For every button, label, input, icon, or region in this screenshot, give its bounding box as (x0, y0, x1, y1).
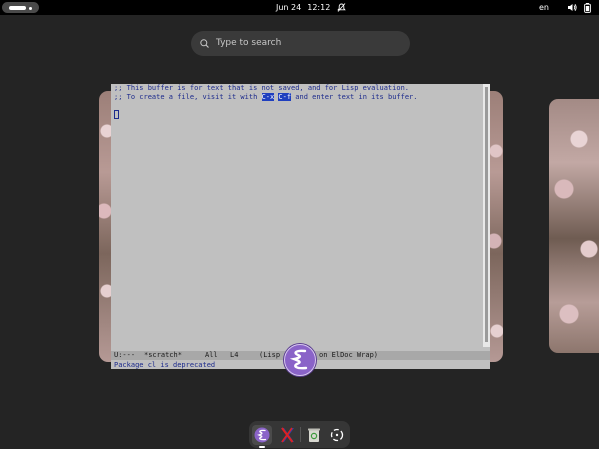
modeline-mode-right: on ElDoc Wrap) (319, 351, 379, 359)
workspace-indicator-active (9, 6, 26, 10)
keyboard-layout-indicator[interactable]: en (539, 2, 549, 13)
top-bar: Jun 24 12:12 en (0, 0, 599, 15)
buffer-line-2-text: ;; To create a file, visit it with (114, 93, 262, 101)
notifications-muted-icon (337, 3, 346, 12)
adjacent-workspace-thumbnail[interactable] (549, 99, 599, 353)
search-input[interactable]: Type to search (191, 31, 410, 56)
buffer-line-2-tail: and enter text in its buffer. (291, 93, 418, 101)
dock-trash-button[interactable] (304, 425, 324, 445)
emacs-icon (254, 427, 270, 443)
scrollbar-thumb[interactable] (485, 87, 488, 342)
emacs-app-icon (283, 343, 317, 377)
dock-app-grid-button[interactable] (327, 425, 347, 445)
volume-icon[interactable] (567, 3, 577, 12)
emacs-window-thumbnail[interactable]: ;; This buffer is for text that is not s… (111, 84, 490, 369)
text-cursor (114, 110, 119, 119)
modeline-position: All (205, 351, 218, 359)
clock[interactable]: Jun 24 12:12 (276, 2, 336, 13)
dock-separator (300, 427, 301, 442)
search-placeholder: Type to search (216, 38, 282, 48)
key-ctrl-f: C-f (278, 93, 292, 101)
search-icon (200, 39, 209, 48)
key-ctrl-x: C-x (261, 93, 275, 101)
battery-icon[interactable] (584, 3, 591, 13)
dock-emacs-button[interactable] (252, 425, 272, 445)
buffer-line-2: ;; To create a file, visit it with C-x C… (114, 93, 417, 102)
modeline-line-number: L4 (230, 351, 239, 359)
echo-area: Package cl is deprecated (114, 361, 216, 369)
modeline-buffer-name: *scratch* (144, 351, 182, 359)
buffer-line-1: ;; This buffer is for text that is not s… (114, 84, 410, 92)
clock-date: Jun 24 (276, 3, 302, 12)
dock (249, 421, 350, 448)
dock-x-app-button[interactable] (277, 425, 297, 445)
workspace-indicator-dot (29, 7, 32, 10)
activities-button[interactable] (2, 2, 39, 13)
x-app-icon (281, 427, 294, 443)
scrollbar[interactable] (483, 84, 490, 347)
modeline-status: U:--- (114, 351, 136, 359)
app-grid-icon (330, 428, 344, 442)
trash-icon (308, 428, 320, 442)
modeline-mode-left: (Lisp (259, 351, 281, 359)
clock-time: 12:12 (307, 3, 331, 12)
